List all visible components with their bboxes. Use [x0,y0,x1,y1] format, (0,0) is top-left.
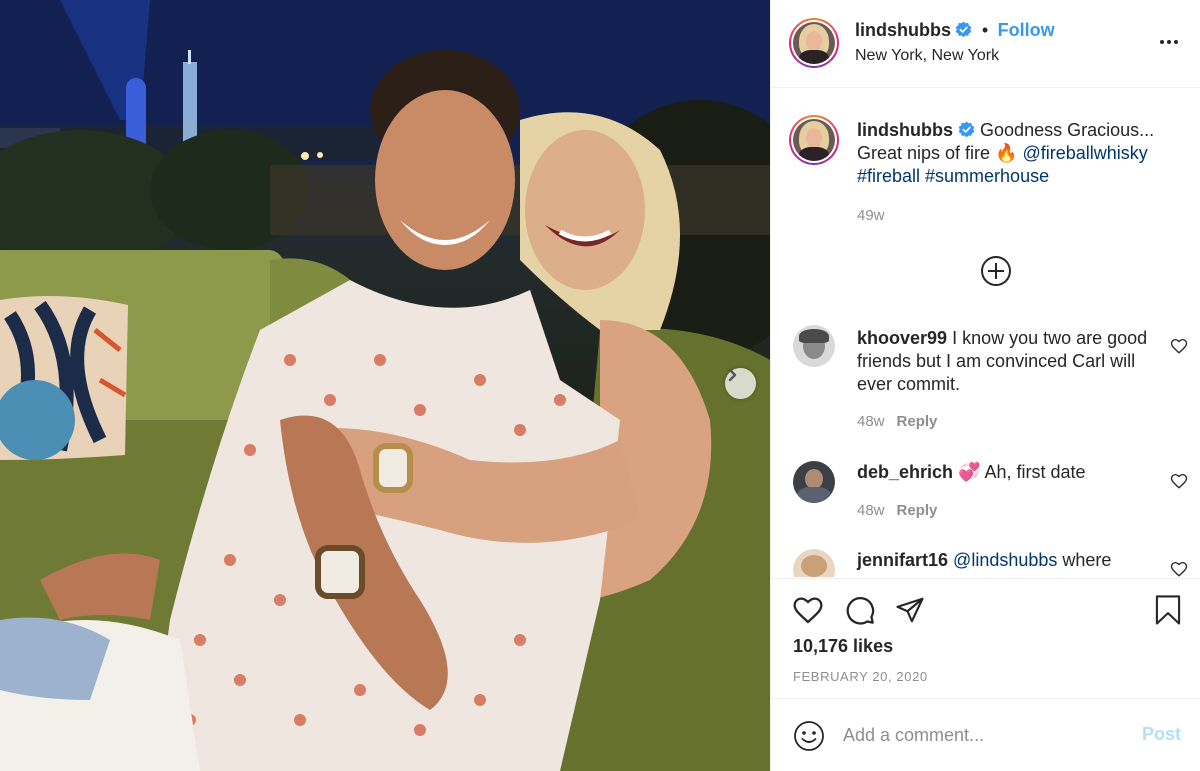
comment-input[interactable] [843,721,1123,749]
reply-button[interactable]: Reply [897,502,938,519]
comment-mention-link[interactable]: @lindshubbs [953,550,1057,570]
post-date[interactable]: FEBRUARY 20, 2020 [793,669,928,684]
comment-emoji: 💞 [958,462,981,482]
heart-outline-icon[interactable] [1170,337,1188,355]
post-header: lindshubbs • Follow New York, New York [771,0,1200,88]
verified-badge-icon [956,21,972,38]
comment-username[interactable]: khoover99 [857,328,947,348]
follow-button[interactable]: Follow [998,20,1055,40]
more-dots-icon [1160,40,1178,44]
comment-item: jennifart16 @lindshubbs where [857,549,1157,572]
more-options-button[interactable] [1156,32,1184,52]
comment-meta: 48w Reply [857,413,937,430]
comment-item: deb_ehrich 💞 Ah, first date [857,461,1157,484]
comment-item: khoover99 I know you two are good friend… [857,327,1157,396]
comment-age[interactable]: 48w [857,502,885,519]
commenter-avatar[interactable] [793,549,835,577]
smiley-icon[interactable] [793,720,825,752]
caption-hashtags[interactable]: #fireball #summerhouse [857,166,1049,186]
comment-bubble-icon[interactable] [844,594,876,626]
caption-age[interactable]: 49w [857,207,885,224]
comment-text: Ah, first date [984,462,1086,482]
chevron-right-icon [728,368,737,382]
heart-outline-icon[interactable] [1170,560,1188,577]
caption-mention-link[interactable]: @fireballwhisky [1022,143,1147,163]
like-count[interactable]: 10,176 likes [793,636,893,657]
author-line: lindshubbs • Follow [855,20,1055,41]
caption-username[interactable]: lindshubbs [857,120,953,140]
comment-meta: 48w Reply [857,502,937,519]
verified-badge-icon [958,121,975,138]
comments-list[interactable]: lindshubbs Goodness Gracious... Great ni… [771,89,1200,577]
author-avatar[interactable] [789,18,839,68]
comment-username[interactable]: jennifart16 [857,550,948,570]
carousel-next-button[interactable] [725,368,756,399]
commenter-avatar[interactable] [793,461,835,503]
plus-circle-icon [981,256,1011,286]
comment-composer: Post [771,698,1200,771]
post-comment-button[interactable]: Post [1142,724,1181,745]
comment-username[interactable]: deb_ehrich [857,462,953,482]
reply-button[interactable]: Reply [897,413,938,430]
like-heart-icon[interactable] [792,594,824,626]
bookmark-save-icon[interactable] [1153,594,1183,626]
author-username[interactable]: lindshubbs [855,20,951,40]
heart-outline-icon[interactable] [1170,472,1188,490]
commenter-avatar[interactable] [793,325,835,367]
post-location[interactable]: New York, New York [855,47,999,65]
comment-age[interactable]: 48w [857,413,885,430]
load-more-comments-button[interactable] [980,255,1012,287]
caption-author-avatar[interactable] [789,115,839,165]
post-caption: lindshubbs Goodness Gracious... Great ni… [857,119,1177,188]
post-actions: 10,176 likes FEBRUARY 20, 2020 [771,578,1200,698]
post-photo[interactable] [0,0,770,771]
post-side-panel: lindshubbs • Follow New York, New York l… [770,0,1200,771]
photo-illustration [0,0,770,771]
separator-dot: • [981,20,989,40]
comment-text: where [1062,550,1112,570]
share-paper-plane-icon[interactable] [895,595,925,625]
